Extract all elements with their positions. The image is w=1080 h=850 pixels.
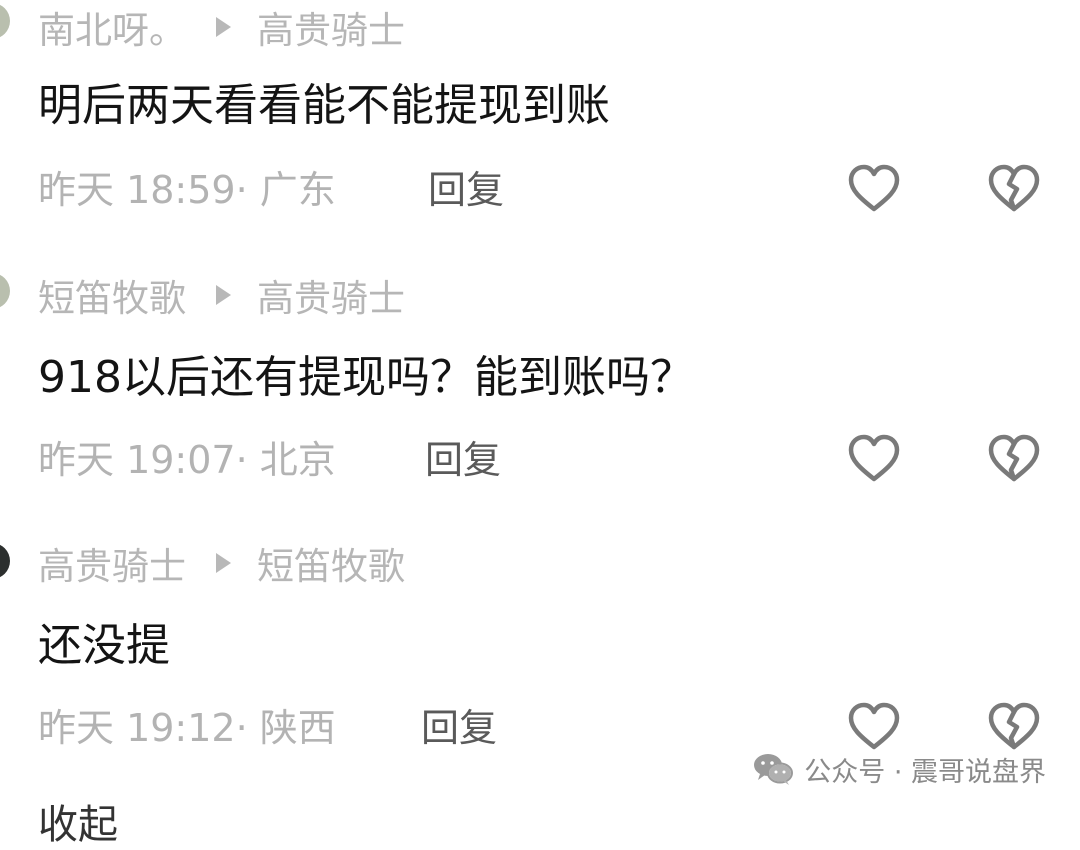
- comment-footer: 昨天 19:07· 北京 回复: [38, 432, 1080, 488]
- comment-time: 昨天 19:12: [38, 706, 236, 750]
- comment-meta: 南北呀。 高贵骑士: [38, 2, 405, 52]
- comment-time: 昨天 18:59: [38, 168, 236, 212]
- reply-button[interactable]: 回复: [421, 700, 497, 756]
- avatar[interactable]: [0, 3, 10, 39]
- reply-button[interactable]: 回复: [425, 432, 501, 488]
- comment-text: 明后两天看看能不能提现到账: [38, 80, 610, 131]
- avatar[interactable]: [0, 543, 10, 579]
- watermark: 公众号 · 震哥说盘界: [752, 748, 1046, 790]
- comment-time-location: 昨天 19:07· 北京: [38, 438, 336, 482]
- watermark-text: 公众号 · 震哥说盘界: [804, 756, 1046, 788]
- comment-time-location: 昨天 18:59· 广东: [38, 168, 336, 212]
- wechat-icon: [754, 754, 794, 785]
- reply-button[interactable]: 回复: [428, 162, 504, 218]
- comment-item: 南北呀。 高贵骑士 明后两天看看能不能提现到账 昨天 18:59· 广东 回复: [0, 0, 1080, 230]
- comment-location: 北京: [259, 438, 336, 482]
- comment-meta: 高贵骑士 短笛牧歌: [38, 538, 405, 588]
- avatar[interactable]: [0, 273, 10, 309]
- comment-item: 高贵骑士 短笛牧歌 还没提 昨天 19:12· 陕西 回复: [0, 538, 1080, 768]
- comment-meta: 短笛牧歌 高贵骑士: [38, 270, 405, 320]
- author-name[interactable]: 南北呀。: [38, 0, 186, 54]
- reply-target-name[interactable]: 高贵骑士: [257, 0, 405, 54]
- comment-text: 918以后还有提现吗？能到账吗？: [38, 352, 694, 403]
- reply-target-name[interactable]: 高贵骑士: [257, 268, 405, 322]
- collapse-button[interactable]: 收起: [38, 792, 118, 850]
- comment-time-location: 昨天 19:12· 陕西: [38, 706, 336, 750]
- reply-target-name[interactable]: 短笛牧歌: [257, 536, 405, 590]
- like-heart-icon[interactable]: [846, 432, 902, 488]
- comment-location: 广东: [259, 168, 336, 212]
- reply-arrow-icon: [216, 17, 231, 37]
- comment-time: 昨天 19:07: [38, 438, 236, 482]
- comment-item: 短笛牧歌 高贵骑士 918以后还有提现吗？能到账吗？ 昨天 19:07· 北京 …: [0, 270, 1080, 500]
- comment-text: 还没提: [38, 620, 170, 671]
- reply-arrow-icon: [216, 285, 231, 305]
- comment-location: 陕西: [259, 706, 336, 750]
- author-name[interactable]: 高贵骑士: [38, 536, 186, 590]
- comment-footer: 昨天 18:59· 广东 回复: [38, 162, 1080, 218]
- reply-arrow-icon: [216, 553, 231, 573]
- broken-heart-icon[interactable]: [986, 432, 1042, 488]
- like-heart-icon[interactable]: [846, 162, 902, 218]
- author-name[interactable]: 短笛牧歌: [38, 268, 186, 322]
- broken-heart-icon[interactable]: [986, 162, 1042, 218]
